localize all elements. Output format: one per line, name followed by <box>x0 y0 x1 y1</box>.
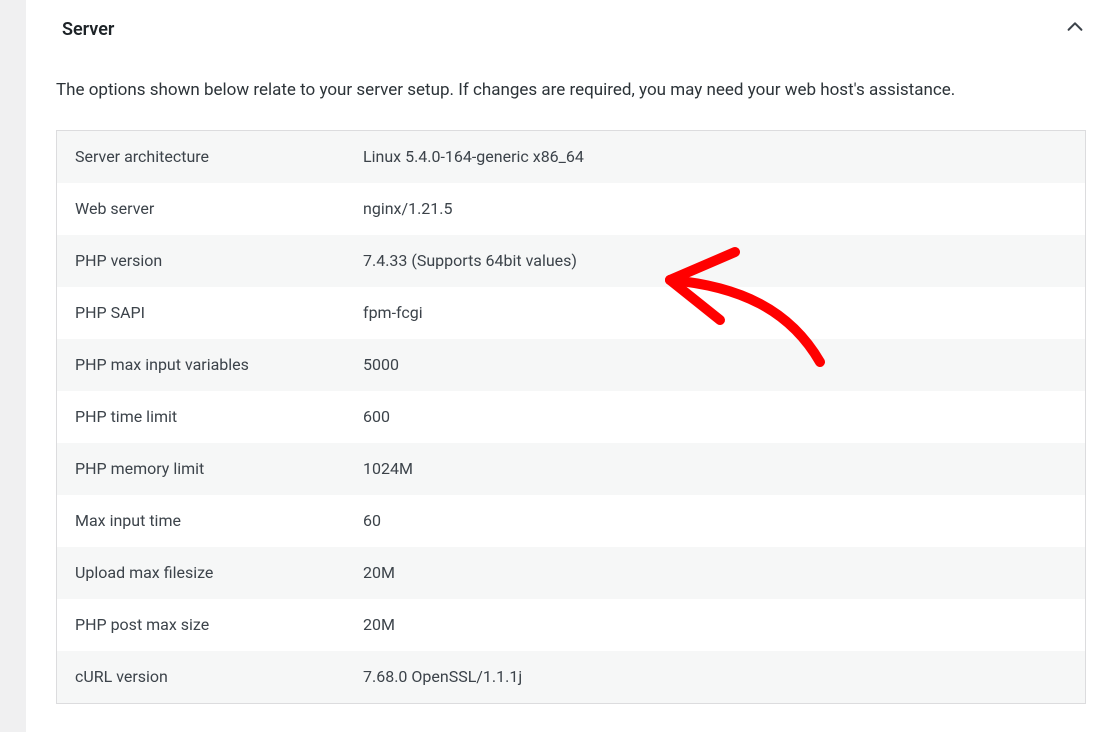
panel-body: The options shown below relate to your s… <box>26 78 1116 704</box>
table-row: PHP memory limit 1024M <box>57 443 1085 495</box>
row-label: PHP version <box>57 236 363 285</box>
table-row: PHP SAPI fpm-fcgi <box>57 287 1085 339</box>
row-value: 5000 <box>363 340 1085 389</box>
row-value: 7.4.33 (Supports 64bit values) <box>363 236 1085 285</box>
server-info-table: Server architecture Linux 5.4.0-164-gene… <box>56 130 1086 704</box>
table-row: PHP time limit 600 <box>57 391 1085 443</box>
side-gutter <box>0 0 26 732</box>
table-row: cURL version 7.68.0 OpenSSL/1.1.1j <box>57 651 1085 703</box>
table-row: Server architecture Linux 5.4.0-164-gene… <box>57 131 1085 183</box>
table-row: PHP max input variables 5000 <box>57 339 1085 391</box>
row-value: Linux 5.4.0-164-generic x86_64 <box>363 132 1085 181</box>
chevron-up-icon <box>1064 16 1086 42</box>
row-label: PHP post max size <box>57 600 363 649</box>
row-value: 600 <box>363 392 1085 441</box>
row-label: PHP memory limit <box>57 444 363 493</box>
server-panel: Server The options shown below relate to… <box>26 0 1116 732</box>
row-label: Max input time <box>57 496 363 545</box>
row-value: 7.68.0 OpenSSL/1.1.1j <box>363 652 1085 701</box>
row-label: Web server <box>57 184 363 233</box>
row-label: Upload max filesize <box>57 548 363 597</box>
panel-title: Server <box>62 19 114 40</box>
row-value: nginx/1.21.5 <box>363 184 1085 233</box>
table-row: Upload max filesize 20M <box>57 547 1085 599</box>
row-value: 60 <box>363 496 1085 545</box>
panel-header-toggle[interactable]: Server <box>26 0 1116 78</box>
table-row: Max input time 60 <box>57 495 1085 547</box>
row-label: Server architecture <box>57 132 363 181</box>
table-row: PHP post max size 20M <box>57 599 1085 651</box>
row-label: PHP SAPI <box>57 288 363 337</box>
row-value: 20M <box>363 600 1085 649</box>
row-label: PHP max input variables <box>57 340 363 389</box>
table-row: PHP version 7.4.33 (Supports 64bit value… <box>57 235 1085 287</box>
row-value: 20M <box>363 548 1085 597</box>
row-value: fpm-fcgi <box>363 288 1085 337</box>
row-value: 1024M <box>363 444 1085 493</box>
row-label: cURL version <box>57 652 363 701</box>
panel-description: The options shown below relate to your s… <box>56 78 1086 104</box>
table-row: Web server nginx/1.21.5 <box>57 183 1085 235</box>
row-label: PHP time limit <box>57 392 363 441</box>
